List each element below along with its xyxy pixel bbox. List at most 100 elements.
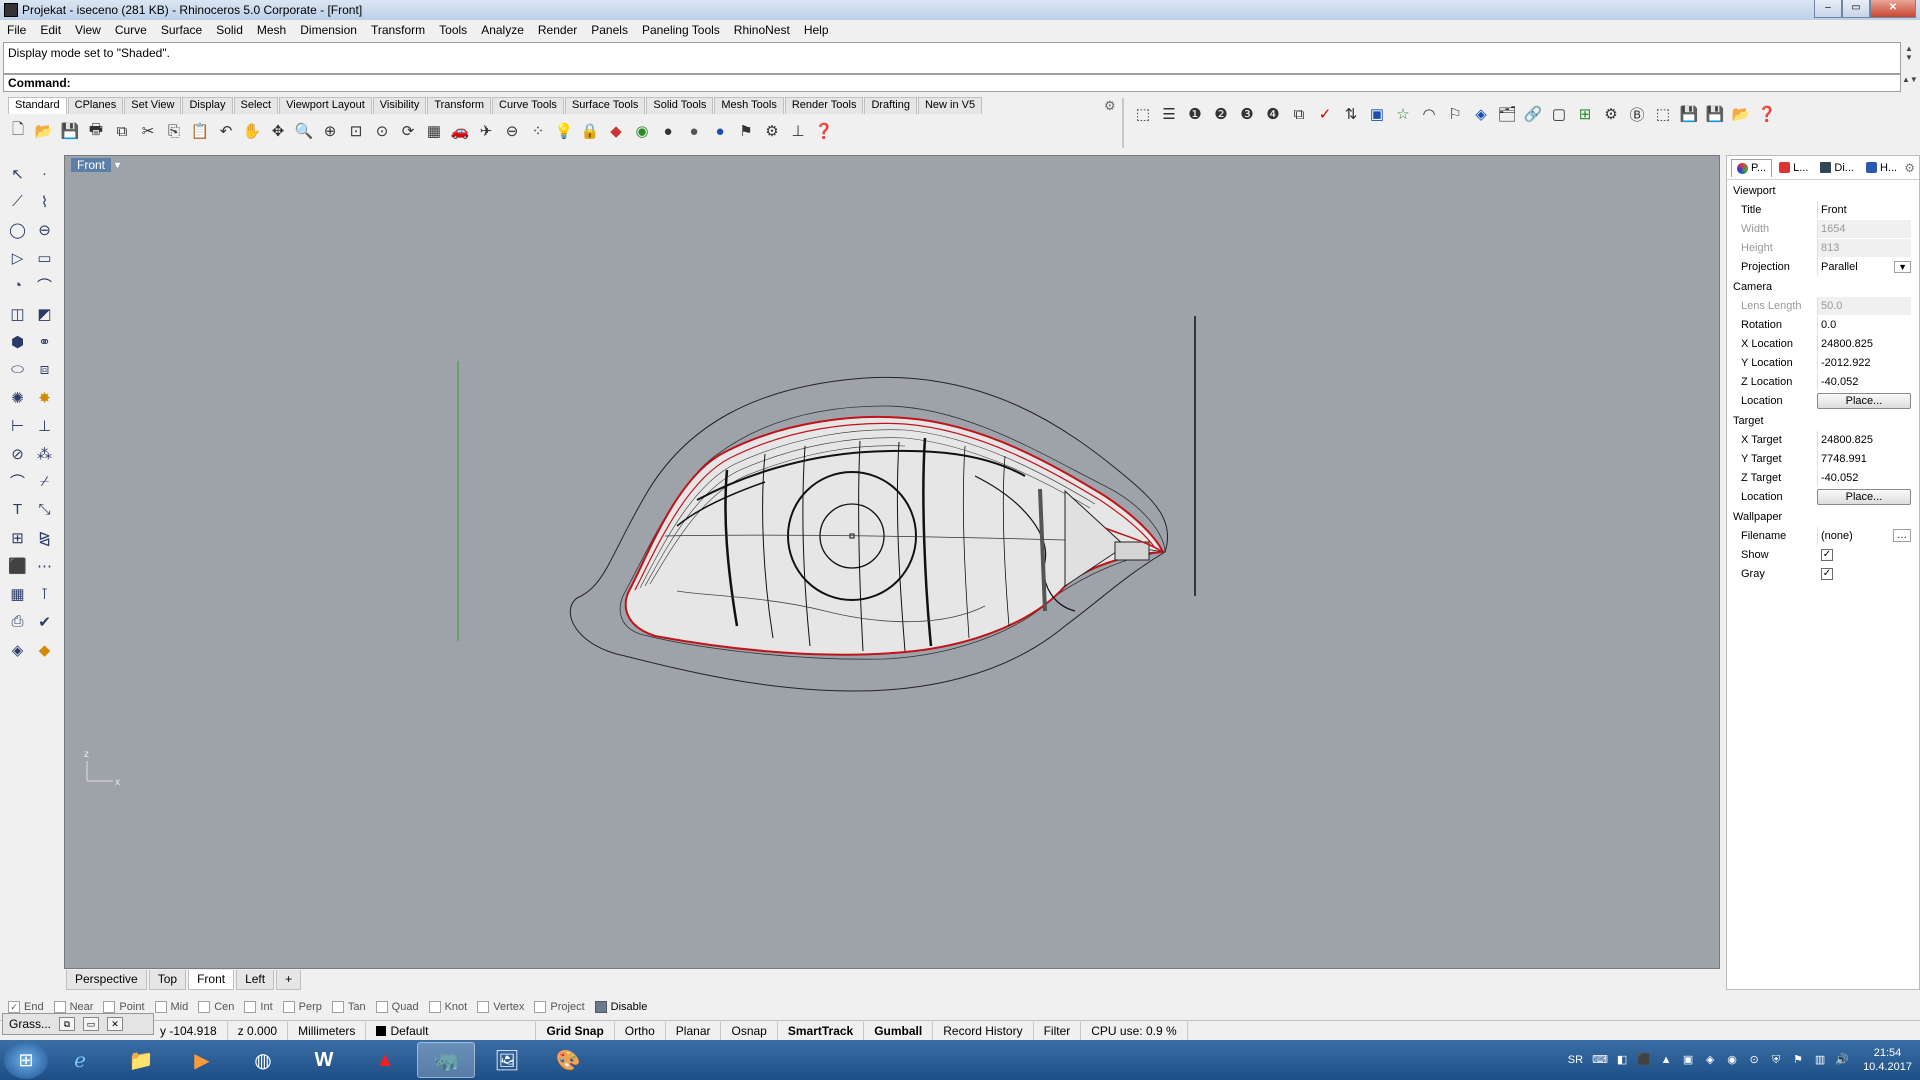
ellipse-icon[interactable]: ⊖	[31, 216, 58, 243]
select-arrow-icon[interactable]: ↖	[4, 160, 31, 187]
move-view-icon[interactable]: ✥	[265, 118, 291, 144]
network-tray-icon[interactable]: ▥	[1812, 1052, 1828, 1068]
osnap-perp-checkbox[interactable]	[282, 1001, 295, 1013]
minimize-button[interactable]: ‒	[1814, 0, 1842, 18]
tray-app-icon-3[interactable]: ⊙	[1746, 1052, 1762, 1068]
menu-panels[interactable]: Panels	[584, 23, 635, 37]
sort-icon[interactable]: ⇅	[1338, 101, 1364, 127]
tab-drafting[interactable]: Drafting	[864, 97, 917, 114]
polyline-icon[interactable]: ⟋	[4, 188, 31, 215]
loft-icon[interactable]: ◩	[31, 300, 58, 327]
acrobat-tray-icon[interactable]: ⬛	[1636, 1052, 1652, 1068]
volume-tray-icon[interactable]: 🔊	[1834, 1052, 1850, 1068]
flag-tray-icon[interactable]: ⚑	[1790, 1052, 1806, 1068]
osnap-quad[interactable]: Quad	[375, 1001, 419, 1013]
smarttrack-toggle[interactable]: SmartTrack	[778, 1021, 865, 1040]
hatch-icon[interactable]: ⊥	[31, 412, 58, 439]
target-z-field[interactable]: -40.052	[1817, 468, 1911, 487]
projection-chevron-down-icon[interactable]: ▼	[1894, 260, 1911, 273]
car-icon[interactable]: 🚗	[447, 118, 473, 144]
color-wheel-icon[interactable]: ◉	[629, 118, 655, 144]
tab-layers[interactable]: L...	[1774, 159, 1813, 177]
open-folder-icon[interactable]: 📂	[31, 118, 57, 144]
filename-field[interactable]: (none)	[1817, 526, 1885, 545]
zoom-window-icon[interactable]: ⊕	[317, 118, 343, 144]
grid-snap-toggle[interactable]: Grid Snap	[536, 1021, 615, 1040]
osnap-tan-checkbox[interactable]	[331, 1001, 344, 1013]
taskbar-explorer-icon[interactable]: 📁	[112, 1042, 170, 1078]
record-history-toggle[interactable]: Record History	[933, 1021, 1034, 1040]
taskbar-mediaplayer-icon[interactable]: ▶	[173, 1042, 231, 1078]
toolbar-gear-icon[interactable]: ⚙	[1104, 98, 1116, 114]
tab-transform[interactable]: Transform	[427, 97, 492, 114]
target-place-button[interactable]: Place...	[1817, 488, 1911, 505]
shaded-sphere-icon[interactable]: ●	[655, 118, 681, 144]
grasshopper-minimized-window[interactable]: Grass... ⧉ ▭ ✕	[2, 1013, 154, 1035]
nest-icon-4[interactable]: ❹	[1260, 101, 1286, 127]
cplane-icon[interactable]: ⊖	[499, 118, 525, 144]
osnap-point-checkbox[interactable]	[103, 1001, 116, 1013]
rectangle-icon[interactable]: ▭	[31, 244, 58, 271]
start-button[interactable]: ⊞	[4, 1041, 48, 1079]
polygon-icon[interactable]: ▷	[4, 244, 31, 271]
plugin-gear-icon[interactable]: ⚙	[1598, 101, 1624, 127]
menu-view[interactable]: View	[68, 23, 108, 37]
select-points-icon[interactable]: ⁘	[525, 118, 551, 144]
array-icon[interactable]: ⊞	[4, 524, 31, 551]
paste-icon[interactable]: 📋	[187, 118, 213, 144]
render-icon[interactable]: ✸	[31, 384, 58, 411]
menu-edit[interactable]: Edit	[33, 23, 68, 37]
nest-copy-icon[interactable]: ⧉	[1286, 101, 1312, 127]
restore-icon[interactable]: ⧉	[59, 1017, 76, 1031]
flag-icon[interactable]: ⚐	[1442, 101, 1468, 127]
viewport-menu-chevron-down-icon[interactable]: ▼	[113, 160, 122, 170]
gumball-toggle[interactable]: Gumball	[864, 1021, 934, 1040]
print-icon[interactable]: 🖶	[83, 118, 109, 144]
tab-solid-tools[interactable]: Solid Tools	[646, 97, 714, 114]
align-icon[interactable]: ⊺	[31, 580, 58, 607]
box-solid-icon[interactable]: ⬢	[4, 328, 31, 355]
extrude-icon[interactable]: ⬭	[4, 356, 31, 383]
osnap-vertex[interactable]: Vertex	[477, 1001, 524, 1013]
menu-render[interactable]: Render	[531, 23, 584, 37]
arc-icon[interactable]: ◔	[4, 272, 31, 299]
offset-surface-icon[interactable]: ⧈	[31, 356, 58, 383]
taskbar-word-icon[interactable]: W	[295, 1042, 353, 1078]
display-tray-icon[interactable]: ▣	[1680, 1052, 1696, 1068]
list-icon[interactable]: ☰	[1156, 101, 1182, 127]
tab-mesh-tools[interactable]: Mesh Tools	[714, 97, 784, 114]
four-viewports-icon[interactable]: ▦	[421, 118, 447, 144]
security-tray-icon[interactable]: ⛨	[1768, 1052, 1784, 1068]
menu-tools[interactable]: Tools	[432, 23, 474, 37]
zoom-extents-icon[interactable]: ⊡	[343, 118, 369, 144]
tab-surface-tools[interactable]: Surface Tools	[564, 97, 646, 114]
taskbar-rhino-icon[interactable]: 🦏	[417, 1042, 475, 1078]
taskbar-ie-icon[interactable]: ℯ	[51, 1042, 109, 1078]
box-icon[interactable]: ▣	[1364, 101, 1390, 127]
camera-z-field[interactable]: -40.052	[1817, 372, 1911, 391]
export-icon[interactable]: ⧉	[109, 118, 135, 144]
close-button[interactable]: ✕	[1870, 0, 1916, 18]
menu-mesh[interactable]: Mesh	[250, 23, 293, 37]
language-indicator[interactable]: SR	[1568, 1054, 1583, 1066]
ortho-toggle[interactable]: Ortho	[615, 1021, 666, 1040]
vtab-add-icon[interactable]: +	[276, 970, 302, 990]
tab-select[interactable]: Select	[233, 97, 279, 114]
tab-set-view[interactable]: Set View	[124, 97, 182, 114]
split-icon[interactable]: ⊘	[4, 440, 31, 467]
menu-help[interactable]: Help	[797, 23, 836, 37]
osnap-end-checkbox[interactable]: ✓	[8, 1001, 20, 1013]
taskbar-chrome-icon[interactable]: ◍	[234, 1042, 292, 1078]
pan-hand-icon[interactable]: ✋	[239, 118, 265, 144]
options-gear-icon[interactable]: ⚙	[759, 118, 785, 144]
osnap-disable-checkbox[interactable]	[594, 1001, 607, 1013]
tray-app-icon-2[interactable]: ◈	[1702, 1052, 1718, 1068]
plugin-help-icon[interactable]: ❓	[1754, 101, 1780, 127]
osnap-near[interactable]: Near	[53, 1001, 93, 1013]
text-icon[interactable]: T	[4, 496, 31, 523]
osnap-end[interactable]: ✓ End	[8, 1001, 44, 1013]
join-icon[interactable]: ⌒	[4, 468, 31, 495]
menu-rhinonest[interactable]: RhinoNest	[727, 23, 797, 37]
camera-y-field[interactable]: -2012.922	[1817, 353, 1911, 372]
open-nest-icon[interactable]: 📂	[1728, 101, 1754, 127]
